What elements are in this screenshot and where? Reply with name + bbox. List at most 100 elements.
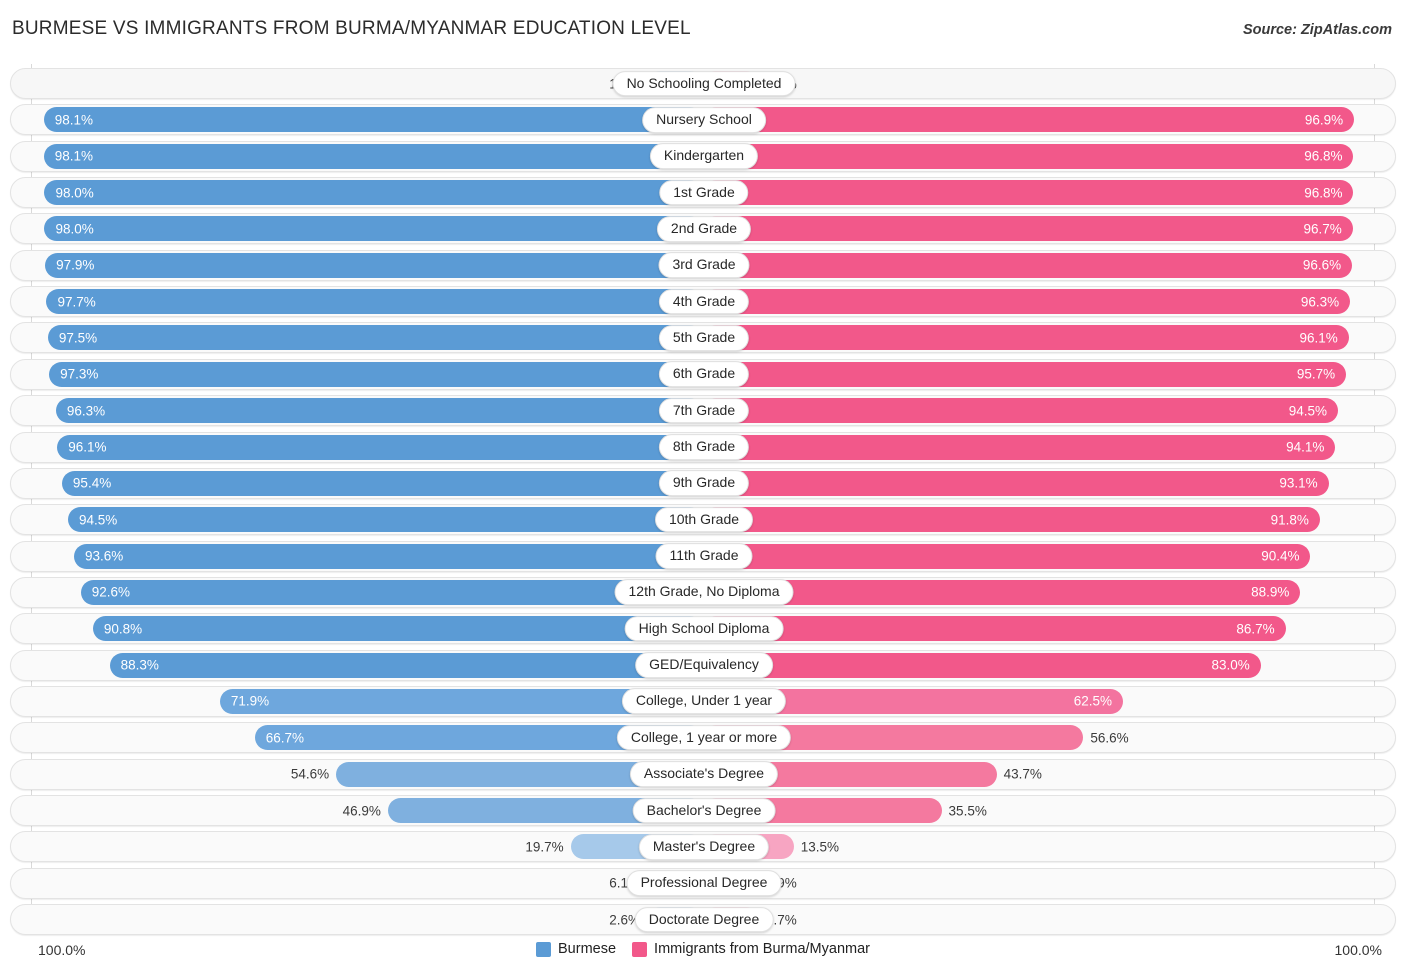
bar-value-immigrants: 96.8% [1304,184,1343,200]
legend-label: Burmese [558,941,617,957]
chart-row: 97.9% 96.6% 3rd Grade [10,249,1396,281]
chart-row: 54.6% 43.7% Associate's Degree [10,758,1396,790]
category-label: 1st Grade [659,179,749,206]
page-title: BURMESE VS IMMIGRANTS FROM BURMA/MYANMAR… [12,18,691,39]
chart-row: 2.6% 1.7% Doctorate Degree [10,904,1396,936]
bar-immigrants: 96.6% [703,252,1353,278]
chart-row: 97.5% 96.1% 5th Grade [10,322,1396,354]
bar-value-burmese: 46.9% [342,802,381,818]
bar-value-immigrants: 91.8% [1270,511,1309,527]
category-label: High School Diploma [624,615,784,642]
legend-swatch-icon [536,941,552,957]
chart-row: 90.8% 86.7% High School Diploma [10,613,1396,645]
bar-value-immigrants: 88.9% [1251,584,1290,600]
legend-label: Immigrants from Burma/Myanmar [654,941,870,957]
chart-row: 71.9% 62.5% College, Under 1 year [10,685,1396,717]
category-label: Nursery School [642,107,766,133]
chart-row: 96.1% 94.1% 8th Grade [10,431,1396,463]
category-label: Bachelor's Degree [632,797,776,824]
bar-immigrants: 96.3% [703,289,1351,315]
chart-plot-area: 1.9%3.1%No Schooling Completed 98.1% 96.9%… [0,64,1406,936]
category-label: 6th Grade [658,361,750,388]
chart-row: 97.3% 95.7% 6th Grade [10,358,1396,390]
bar-value-burmese: 98.1% [54,148,94,164]
bar-value-burmese: 94.5% [78,511,118,527]
bar-immigrants: 94.5% [703,398,1339,424]
category-label: Professional Degree [626,870,782,897]
bar-immigrants: 91.8% [703,507,1320,533]
bar-immigrants: 96.9% [703,107,1355,133]
bar-immigrants: 96.7% [703,216,1353,242]
bar-value-burmese: 54.6% [290,766,330,782]
bar-burmese: 93.6% [74,543,703,569]
bar-value-burmese: 19.7% [525,839,564,855]
bar-immigrants: 95.7% [703,361,1347,387]
bar-immigrants: 96.8% [703,180,1354,206]
bar-value-immigrants: 96.1% [1299,330,1338,346]
bar-burmese: 98.1% [43,143,703,169]
bar-burmese: 92.6% [80,579,703,605]
bar-value-burmese: 93.6% [85,548,124,564]
chart-row: 98.0% 96.7% 2nd Grade [10,213,1396,245]
bar-value-burmese: 98.0% [55,221,94,237]
category-label: 9th Grade [658,470,750,497]
category-label: 7th Grade [658,397,750,424]
category-label: 4th Grade [658,288,750,315]
bar-value-immigrants: 13.5% [800,839,839,855]
category-label: Associate's Degree [629,761,779,787]
chart-legend: Burmese Immigrants from Burma/Myanmar [0,941,1406,957]
bar-value-immigrants: 43.7% [1003,766,1042,782]
bar-value-burmese: 97.9% [56,257,95,273]
bar-value-burmese: 97.3% [60,366,99,382]
chart-row: 98.1% 96.9% Nursery School [10,104,1396,136]
bar-burmese: 97.9% [45,252,703,278]
bar-value-immigrants: 62.5% [1073,693,1112,709]
bar-value-burmese: 96.3% [66,402,106,418]
bar-burmese: 98.1% [43,107,703,133]
bar-value-burmese: 90.8% [103,621,143,636]
chart-row: 95.4% 93.1% 9th Grade [10,467,1396,499]
category-label: 11th Grade [655,543,753,569]
category-label: 12th Grade, No Diploma [614,579,794,606]
legend-item: Burmese [536,941,616,957]
bar-value-immigrants: 96.8% [1304,148,1343,164]
bar-value-burmese: 92.6% [91,584,131,600]
bar-value-immigrants: 93.1% [1279,475,1318,491]
source-attribution: Source: ZipAtlas.com [1242,22,1392,38]
chart-row: 1.9%3.1%No Schooling Completed [10,68,1396,99]
chart-row: 93.6% 90.4% 11th Grade [10,540,1396,572]
bar-burmese: 97.5% [47,325,703,351]
chart-row: 94.5% 91.8% 10th Grade [10,504,1396,536]
chart-row: 96.3% 94.5% 7th Grade [10,395,1396,427]
bar-value-burmese: 98.1% [54,112,94,128]
bar-burmese: 96.1% [57,434,703,460]
bar-value-immigrants: 90.4% [1261,548,1300,564]
chart-row: 92.6% 88.9% 12th Grade, No Diploma [10,576,1396,608]
category-label: No Schooling Completed [612,70,796,97]
chart-row: 6.1%3.9%Professional Degree [10,867,1396,899]
chart-row: 88.3% 83.0% GED/Equivalency [10,649,1396,681]
bar-burmese: 96.3% [55,398,703,424]
bar-value-immigrants: 94.5% [1288,402,1328,418]
bar-value-burmese: 97.7% [57,293,96,309]
bar-burmese: 88.3% [109,652,703,678]
bar-value-immigrants: 86.7% [1236,621,1275,636]
legend-swatch-icon [632,941,648,957]
category-label: 5th Grade [658,325,750,351]
category-label: 10th Grade [654,506,754,533]
bar-value-immigrants: 96.9% [1304,112,1344,128]
bar-value-immigrants: 35.5% [948,802,987,818]
bar-value-immigrants: 96.6% [1302,257,1342,273]
bar-burmese: 90.8% [92,616,703,642]
bar-value-immigrants: 83.0% [1211,657,1250,673]
chart-row: 98.1% 96.8% Kindergarten [10,140,1396,172]
chart-row: 98.0% 96.8% 1st Grade [10,177,1396,209]
bar-value-immigrants: 56.6% [1090,730,1129,746]
bar-burmese: 97.7% [46,289,703,315]
bar-value-burmese: 96.1% [68,439,107,455]
chart-footer: 100.0% 100.0% Burmese Immigrants from Bur… [0,936,1406,970]
legend-item: Immigrants from Burma/Myanmar [632,941,870,957]
category-label: 2nd Grade [656,216,752,242]
chart-row: 19.7% 13.5% Master's Degree [10,831,1396,863]
bar-immigrants: 96.8% [703,143,1354,169]
